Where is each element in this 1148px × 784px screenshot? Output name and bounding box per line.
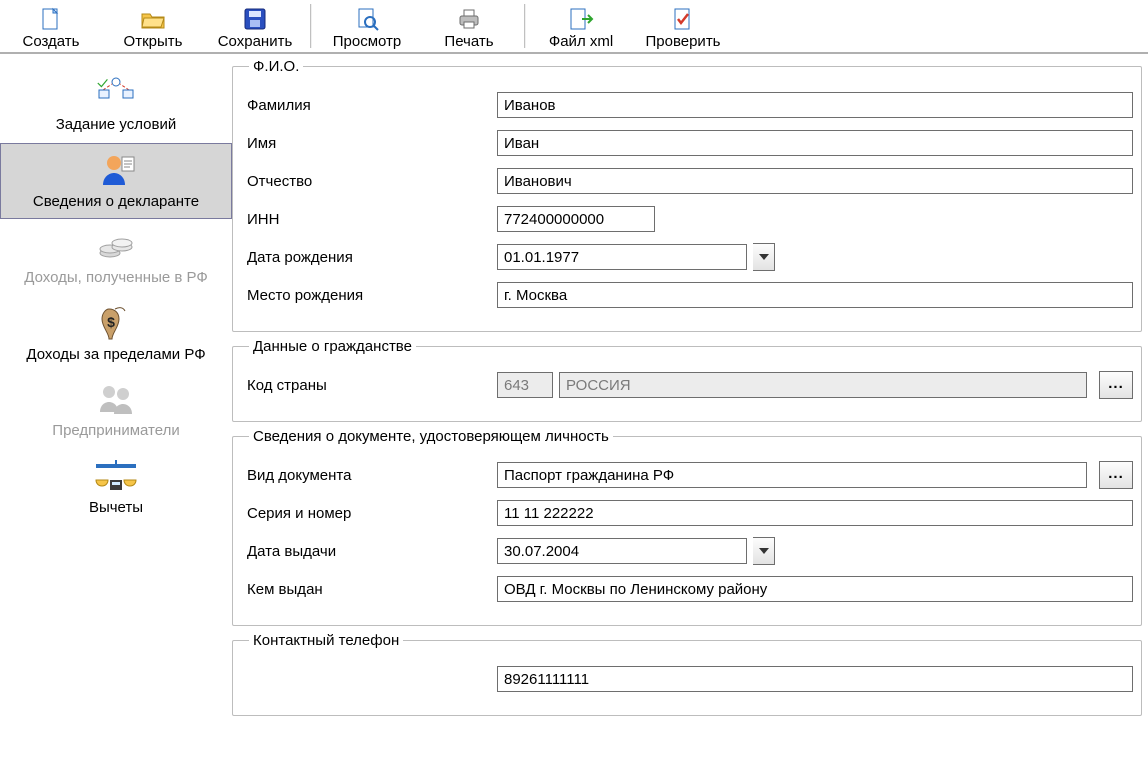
save-button[interactable]: Сохранить — [204, 4, 306, 50]
sidebar-item-declarant[interactable]: Сведения о декларанте — [0, 143, 232, 220]
ellipsis-icon: ... — [1108, 375, 1124, 392]
sidebar-item-label: Предприниматели — [52, 423, 179, 440]
surname-input[interactable] — [497, 92, 1133, 118]
check-label: Проверить — [645, 33, 720, 50]
group-contact-legend: Контактный телефон — [249, 632, 403, 649]
sidebar-item-income-rf[interactable]: Доходы, полученные в РФ — [0, 219, 232, 296]
sidebar-item-entrepreneurs[interactable]: Предприниматели — [0, 372, 232, 449]
conditions-icon — [96, 73, 136, 113]
group-citizenship-legend: Данные о гражданстве — [249, 338, 416, 355]
name-input[interactable] — [497, 130, 1133, 156]
new-file-icon — [40, 6, 62, 32]
group-identity-legend: Сведения о документе, удостоверяющем лич… — [249, 428, 613, 445]
birth-date-input[interactable] — [497, 244, 747, 270]
open-button[interactable]: Открыть — [102, 4, 204, 50]
group-contact: Контактный телефон — [232, 632, 1142, 716]
doc-series-label: Серия и номер — [247, 505, 497, 522]
preview-icon — [355, 6, 379, 32]
folder-open-icon — [140, 6, 166, 32]
sidebar-item-deductions[interactable]: Вычеты — [0, 449, 232, 526]
country-code-field — [497, 372, 553, 398]
chevron-down-icon — [759, 548, 769, 554]
open-label: Открыть — [124, 33, 183, 50]
export-xml-icon — [568, 6, 594, 32]
name-label: Имя — [247, 135, 497, 152]
doc-type-input[interactable] — [497, 462, 1087, 488]
chevron-down-icon — [759, 254, 769, 260]
patronymic-input[interactable] — [497, 168, 1133, 194]
doc-type-label: Вид документа — [247, 467, 497, 484]
sidebar-item-label: Задание условий — [56, 117, 177, 134]
declarant-icon — [96, 150, 136, 190]
save-icon — [244, 6, 266, 32]
preview-label: Просмотр — [333, 33, 402, 50]
group-identity: Сведения о документе, удостоверяющем лич… — [232, 428, 1142, 626]
file-xml-button[interactable]: Файл xml — [530, 4, 632, 50]
save-label: Сохранить — [218, 33, 293, 50]
navigation-sidebar: Задание условий Сведения о декларанте До… — [0, 54, 232, 784]
group-fio: Ф.И.О. Фамилия Имя Отчество ИНН Дата рож… — [232, 58, 1142, 332]
form-panel: Ф.И.О. Фамилия Имя Отчество ИНН Дата рож… — [232, 54, 1148, 784]
doc-issued-by-label: Кем выдан — [247, 581, 497, 598]
birth-place-label: Место рождения — [247, 287, 497, 304]
inn-input[interactable] — [497, 206, 655, 232]
group-citizenship: Данные о гражданстве Код страны ... — [232, 338, 1142, 422]
sidebar-item-label: Вычеты — [89, 500, 143, 517]
svg-text:$: $ — [107, 314, 115, 330]
country-code-label: Код страны — [247, 377, 497, 394]
main-toolbar: Создать Открыть Сохранить Просмотр Печат… — [0, 0, 1148, 54]
create-button[interactable]: Создать — [0, 4, 102, 50]
doc-issue-date-label: Дата выдачи — [247, 543, 497, 560]
create-label: Создать — [22, 33, 79, 50]
printer-icon — [456, 6, 482, 32]
ellipsis-icon: ... — [1108, 465, 1124, 482]
toolbar-separator-1 — [310, 4, 312, 48]
sidebar-item-label: Сведения о декларанте — [33, 194, 199, 211]
group-fio-legend: Ф.И.О. — [249, 58, 303, 75]
country-lookup-button[interactable]: ... — [1099, 371, 1133, 399]
sidebar-item-conditions[interactable]: Задание условий — [0, 66, 232, 143]
toolbar-separator-2 — [524, 4, 526, 48]
birth-date-label: Дата рождения — [247, 249, 497, 266]
birth-place-input[interactable] — [497, 282, 1133, 308]
deductions-icon — [94, 456, 138, 496]
print-label: Печать — [444, 33, 493, 50]
check-doc-icon — [672, 6, 694, 32]
sidebar-item-label: Доходы, полученные в РФ — [24, 270, 208, 287]
doc-type-lookup-button[interactable]: ... — [1099, 461, 1133, 489]
phone-input[interactable] — [497, 666, 1133, 692]
file-xml-label: Файл xml — [549, 33, 613, 50]
print-button[interactable]: Печать — [418, 4, 520, 50]
patronymic-label: Отчество — [247, 173, 497, 190]
inn-label: ИНН — [247, 211, 497, 228]
surname-label: Фамилия — [247, 97, 497, 114]
sidebar-item-label: Доходы за пределами РФ — [26, 347, 205, 364]
income-rf-icon — [96, 226, 136, 266]
check-button[interactable]: Проверить — [632, 4, 734, 50]
doc-issue-date-dropdown[interactable] — [753, 537, 775, 565]
entrepreneurs-icon — [95, 379, 137, 419]
doc-series-input[interactable] — [497, 500, 1133, 526]
income-abroad-icon: $ — [99, 303, 133, 343]
sidebar-item-income-abroad[interactable]: $ Доходы за пределами РФ — [0, 296, 232, 373]
doc-issue-date-input[interactable] — [497, 538, 747, 564]
doc-issued-by-input[interactable] — [497, 576, 1133, 602]
preview-button[interactable]: Просмотр — [316, 4, 418, 50]
birth-date-dropdown[interactable] — [753, 243, 775, 271]
country-name-field — [559, 372, 1087, 398]
